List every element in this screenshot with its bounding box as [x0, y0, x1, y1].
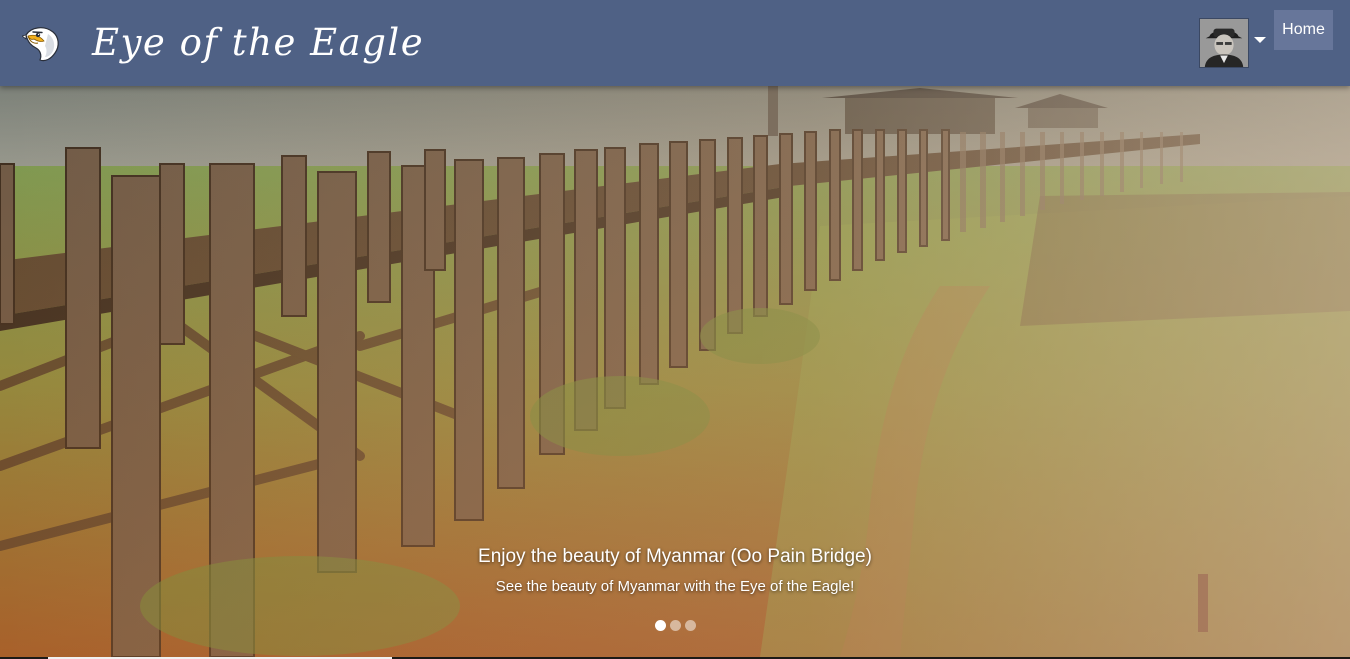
slide-caption: Enjoy the beauty of Myanmar (Oo Pain Bri… — [0, 544, 1350, 598]
brand-title: Eye of the Eagle — [92, 21, 425, 64]
user-avatar-icon[interactable] — [1199, 18, 1249, 68]
carousel-indicator-2[interactable] — [669, 620, 681, 631]
carousel-indicators — [0, 620, 1350, 631]
carousel-indicator-3[interactable] — [684, 620, 696, 631]
slide-caption-text: See the beauty of Myanmar with the Eye o… — [495, 578, 855, 595]
slide-caption-title: Enjoy the beauty of Myanmar (Oo Pain Bri… — [478, 546, 872, 567]
hero-carousel: Enjoy the beauty of Myanmar (Oo Pain Bri… — [0, 86, 1350, 657]
home-button[interactable]: Home — [1274, 10, 1333, 50]
navbar: Eye of the Eagle Home — [0, 0, 1350, 86]
caret-down-icon[interactable] — [1254, 37, 1266, 43]
carousel-indicator-1[interactable] — [654, 620, 666, 631]
page: Eye of the Eagle Home Enjoy the beauty o… — [0, 0, 1350, 659]
eagle-head-icon — [22, 27, 59, 62]
brand[interactable]: Eye of the Eagle — [22, 18, 424, 68]
